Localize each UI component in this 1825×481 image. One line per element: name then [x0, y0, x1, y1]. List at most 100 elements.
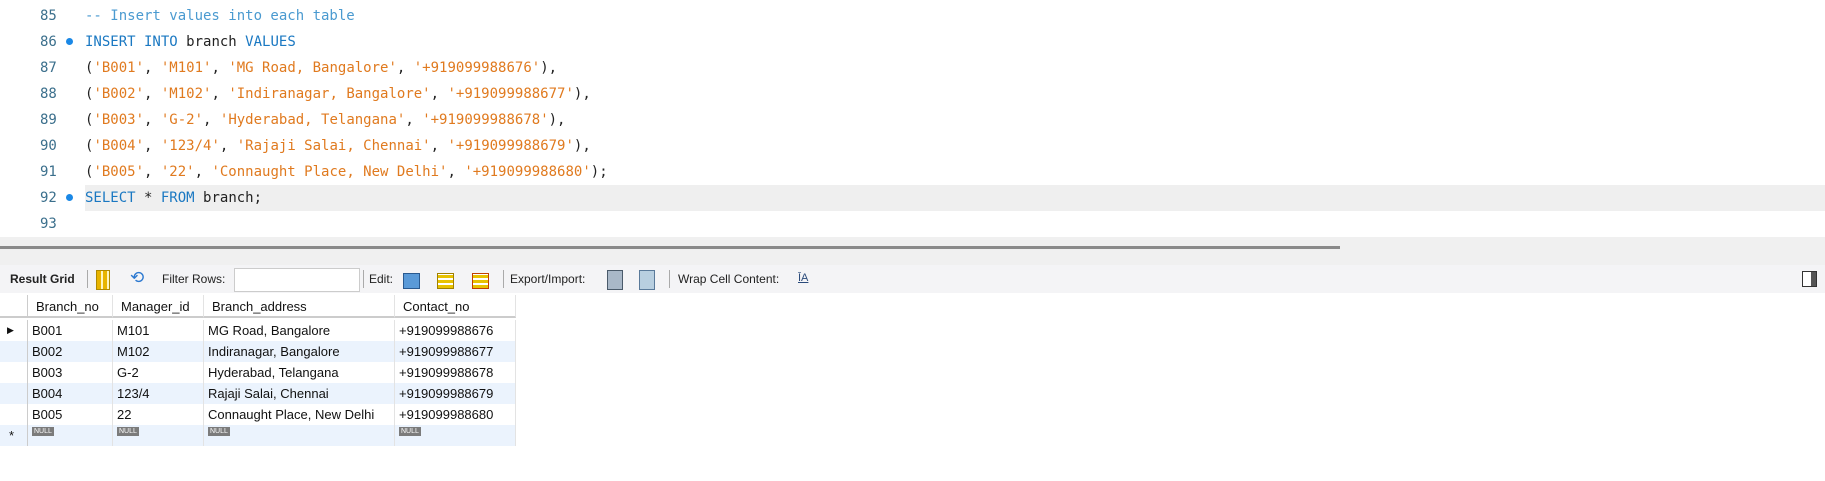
- code-line[interactable]: 92 SELECT * FROM branch;: [0, 185, 1825, 211]
- column-header[interactable]: Manager_id: [113, 295, 204, 318]
- code-token-str: 'B004': [93, 138, 145, 154]
- edit-row-icon[interactable]: [403, 273, 420, 289]
- table-cell[interactable]: 123/4: [113, 383, 204, 404]
- code-token-str: '123/4': [160, 138, 220, 154]
- row-indicator: [0, 362, 28, 383]
- current-line-highlight: [85, 185, 1825, 211]
- code-text: ('B001', 'M101', 'MG Road, Bangalore', '…: [85, 55, 557, 81]
- table-cell[interactable]: +919099988679: [395, 383, 516, 404]
- table-cell[interactable]: Indiranagar, Bangalore: [204, 341, 395, 362]
- code-token-id: ,: [144, 60, 161, 76]
- sql-editor[interactable]: 85 -- Insert values into each table 86 INSE…: [0, 0, 1825, 236]
- code-token-kw: FROM: [160, 190, 204, 206]
- refresh-icon[interactable]: ⟲: [130, 268, 148, 287]
- toggle-side-panel-icon[interactable]: [1802, 271, 1817, 287]
- wrap-text-icon[interactable]: ĪA: [798, 272, 816, 290]
- code-line[interactable]: 89 ('B003', 'G-2', 'Hyderabad, Telangana'…: [0, 107, 1825, 133]
- table-cell[interactable]: B004: [28, 383, 113, 404]
- code-token-kw: SELECT: [85, 190, 145, 206]
- code-token-id: ,: [396, 60, 414, 76]
- code-token-id: ,: [219, 138, 237, 154]
- table-cell[interactable]: B005: [28, 404, 113, 425]
- code-line[interactable]: 87 ('B001', 'M101', 'MG Road, Bangalore',…: [0, 55, 1825, 81]
- code-token-id: branch: [186, 34, 246, 50]
- code-line[interactable]: 86 INSERT INTO branch VALUES: [0, 29, 1825, 55]
- table-cell[interactable]: +919099988676: [395, 320, 516, 341]
- line-number: 88: [40, 86, 57, 102]
- code-token-id: ),: [573, 86, 591, 102]
- code-token-id: ,: [447, 164, 465, 180]
- code-token-str: 'B005': [93, 164, 145, 180]
- table-cell[interactable]: M101: [113, 320, 204, 341]
- code-token-str: 'M102': [160, 86, 212, 102]
- add-row-icon[interactable]: [437, 273, 454, 289]
- line-number: 87: [40, 60, 57, 76]
- null-cell[interactable]: NULL: [395, 425, 516, 446]
- filter-rows-label: Filter Rows:: [162, 272, 226, 286]
- line-number: 93: [40, 216, 57, 232]
- code-token-str: '22': [160, 164, 195, 180]
- table-cell[interactable]: Rajaji Salai, Chennai: [204, 383, 395, 404]
- column-header[interactable]: Contact_no: [395, 295, 516, 318]
- null-cell[interactable]: NULL: [113, 425, 204, 446]
- table-cell[interactable]: B003: [28, 362, 113, 383]
- table-cell[interactable]: B002: [28, 341, 113, 362]
- import-icon[interactable]: [639, 270, 655, 290]
- export-icon[interactable]: [607, 270, 623, 290]
- row-indicator-header: [0, 295, 28, 318]
- code-text: ('B003', 'G-2', 'Hyderabad, Telangana', …: [85, 107, 565, 133]
- table-cell[interactable]: G-2: [113, 362, 204, 383]
- code-token-str: 'G-2': [160, 112, 204, 128]
- column-header[interactable]: Branch_address: [204, 295, 395, 318]
- statement-marker-icon: [66, 194, 73, 201]
- code-token-str: '+919099988680': [464, 164, 591, 180]
- code-token-kw: VALUES: [245, 34, 296, 50]
- delete-row-icon[interactable]: [472, 273, 489, 289]
- null-cell[interactable]: NULL: [28, 425, 113, 446]
- table-cell[interactable]: 22: [113, 404, 204, 425]
- table-row[interactable]: B003 G-2 Hyderabad, Telangana +919099988678: [0, 362, 516, 383]
- table-row[interactable]: B005 22 Connaught Place, New Delhi +9190999…: [0, 404, 516, 425]
- code-text: INSERT INTO branch VALUES: [85, 29, 296, 55]
- table-cell[interactable]: +919099988678: [395, 362, 516, 383]
- table-cell[interactable]: M102: [113, 341, 204, 362]
- code-line[interactable]: 85 -- Insert values into each table: [0, 3, 1825, 29]
- table-cell[interactable]: Hyderabad, Telangana: [204, 362, 395, 383]
- grid-header-row[interactable]: Branch_no Manager_id Branch_address Contact…: [0, 295, 516, 318]
- code-line[interactable]: 88 ('B002', 'M102', 'Indiranagar, Bangalo…: [0, 81, 1825, 107]
- line-number: 91: [40, 164, 57, 180]
- code-text: ('B005', '22', 'Connaught Place, New Del…: [85, 159, 608, 185]
- code-line[interactable]: 93: [0, 211, 1825, 237]
- null-badge: NULL: [32, 427, 54, 436]
- new-row-asterisk-icon: *: [0, 425, 28, 446]
- table-row[interactable]: ▶ B001 M101 MG Road, Bangalore +919099988676: [0, 320, 516, 341]
- column-header[interactable]: Branch_no: [28, 295, 113, 318]
- code-token-id: ,: [144, 164, 161, 180]
- table-cell[interactable]: +919099988677: [395, 341, 516, 362]
- new-row[interactable]: * NULL NULL NULL NULL: [0, 425, 516, 446]
- grid-view-icon[interactable]: [96, 270, 110, 290]
- table-row[interactable]: B002 M102 Indiranagar, Bangalore +919099988…: [0, 341, 516, 362]
- current-row-arrow-icon: ▶: [0, 320, 28, 341]
- code-line[interactable]: 91 ('B005', '22', 'Connaught Place, New D…: [0, 159, 1825, 185]
- code-line[interactable]: 90 ('B004', '123/4', 'Rajaji Salai, Chenn…: [0, 133, 1825, 159]
- table-cell[interactable]: Connaught Place, New Delhi: [204, 404, 395, 425]
- table-cell[interactable]: MG Road, Bangalore: [204, 320, 395, 341]
- table-cell[interactable]: B001: [28, 320, 113, 341]
- code-token-id: ,: [211, 86, 229, 102]
- null-cell[interactable]: NULL: [204, 425, 395, 446]
- result-grid-tab[interactable]: Result Grid: [10, 272, 75, 286]
- filter-rows-input[interactable]: [234, 268, 360, 292]
- export-import-label: Export/Import:: [510, 272, 586, 286]
- code-text: SELECT * FROM branch;: [85, 185, 262, 211]
- result-toolbar: Result Grid ⟲ Filter Rows: Edit: Export/…: [0, 265, 1825, 293]
- horizontal-scrollbar[interactable]: [0, 246, 1340, 249]
- horizontal-scrollbar-area: [0, 237, 1825, 265]
- line-number: 89: [40, 112, 57, 128]
- code-token-cm: -- Insert values into each table: [85, 8, 355, 24]
- table-row[interactable]: B004 123/4 Rajaji Salai, Chennai +919099988…: [0, 383, 516, 404]
- code-token-id: ),: [548, 112, 566, 128]
- code-text: -- Insert values into each table: [85, 3, 355, 29]
- statement-marker-icon: [66, 38, 73, 45]
- table-cell[interactable]: +919099988680: [395, 404, 516, 425]
